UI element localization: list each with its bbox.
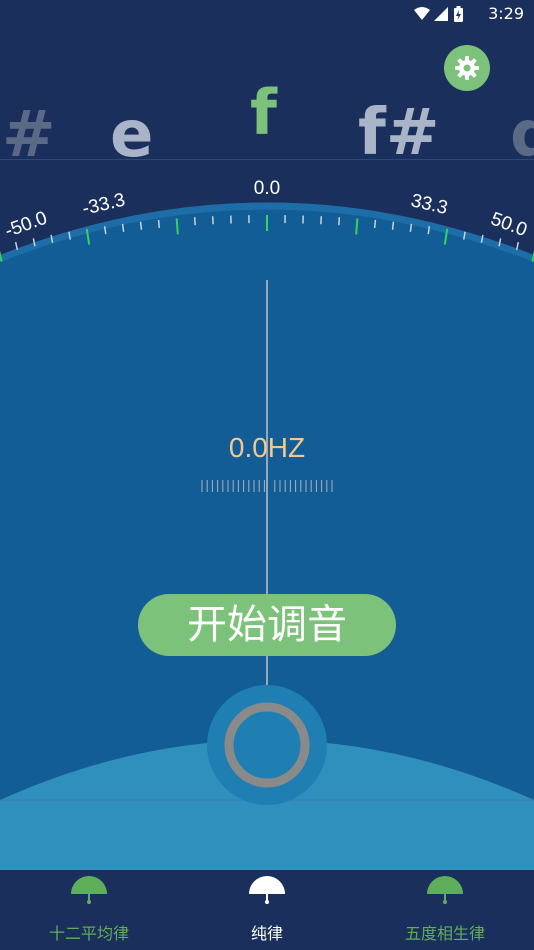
bottom-nav: 十二平均律 纯律 五度相生律 [0,870,534,950]
major-tick [175,218,179,235]
tab-equal-temperament-label: 十二平均律 [48,924,129,943]
scale-label-neg33: -33.3 [80,190,127,220]
status-time: 3:29 [488,4,524,23]
minor-tick [121,223,125,232]
status-bar: 3:29 [0,0,534,30]
note-strip[interactable]: # e f f# g [0,80,534,160]
battery-charging-icon [454,6,463,22]
major-tick [355,218,359,235]
tab-pythagorean-label: 五度相生律 [404,924,485,943]
status-icons [414,6,463,22]
tab-just-intonation[interactable]: 纯律 [178,870,356,950]
gear-icon [455,56,479,80]
note-current: f [250,80,277,149]
scale-label-33: 33.3 [409,190,450,219]
scale-label-zero: 0.0 [254,178,280,199]
note-next-1: f# [358,96,440,160]
major-tick [0,250,3,262]
start-tuning-button[interactable]: 开始调音 [138,594,396,656]
minor-tick [157,219,161,229]
scale-label-neg50: -50.0 [2,208,50,243]
tuner-app: 3:29 # e f f# g -50.0 -33.3 0.0 33.3 50.… [0,0,534,950]
note-next-2: g [510,98,534,160]
note-prev-1: e [110,98,154,160]
minor-tick [409,223,413,232]
wifi-icon [414,7,430,20]
tuner-dial: -50.0 -33.3 0.0 33.3 50.0 [0,178,534,870]
gauge-icon [249,876,285,904]
note-prev-2: # [2,98,56,160]
minor-tick [14,241,19,251]
minor-tick [373,219,377,229]
frequency-readout: 0.0HZ [228,432,306,463]
tab-equal-temperament[interactable]: 十二平均律 [0,870,178,950]
tab-pythagorean[interactable]: 五度相生律 [356,870,534,950]
minor-tick [139,221,143,230]
minor-tick [515,241,520,251]
tab-just-intonation-label: 纯律 [250,924,283,943]
gauge-icon [71,876,107,904]
scale-label-50: 50.0 [488,209,530,241]
gauge-icon [427,876,463,904]
minor-tick [391,221,395,230]
signal-icon [434,7,448,21]
